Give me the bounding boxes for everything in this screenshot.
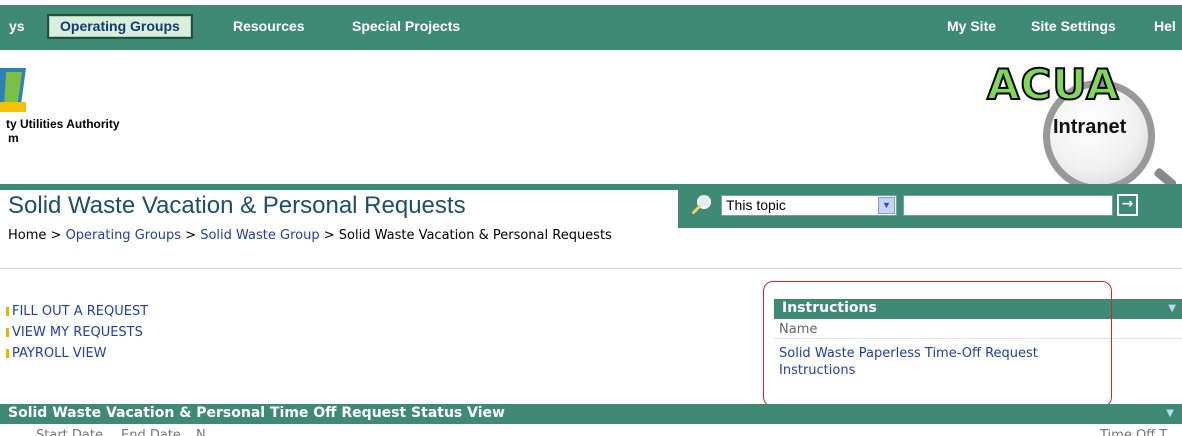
search-scope-select[interactable]: This topic ▼: [721, 195, 897, 216]
organization-subtitle: m: [8, 131, 19, 145]
nav-item-site-settings[interactable]: Site Settings: [1031, 18, 1116, 34]
instructions-title[interactable]: Instructions: [782, 300, 877, 316]
column-start-date[interactable]: Start Date: [36, 428, 103, 436]
search-panel: This topic ▼ →: [678, 184, 1182, 228]
webpart-menu-chevron-icon[interactable]: ▼: [1168, 303, 1176, 314]
breadcrumb: Home > Operating Groups > Solid Waste Gr…: [8, 228, 612, 243]
link-view-my-requests[interactable]: VIEW MY REQUESTS: [6, 325, 148, 346]
nav-item-my-site[interactable]: My Site: [947, 18, 996, 34]
status-view-title[interactable]: Solid Waste Vacation & Personal Time Off…: [8, 405, 505, 421]
organization-name: ty Utilities Authority: [6, 117, 120, 131]
column-time-off-type[interactable]: Time Off T: [1100, 428, 1167, 436]
breadcrumb-current-page: Solid Waste Vacation & Personal Requests: [338, 228, 612, 243]
instructions-document-link[interactable]: Solid Waste Paperless Time-Off Request I…: [774, 339, 1114, 379]
bullet-icon: [6, 307, 9, 316]
instructions-header: Instructions ▼: [774, 299, 1182, 319]
brand-name: ACUA: [986, 59, 1120, 110]
brand-subtitle: Intranet: [1053, 116, 1127, 138]
header-separator: [0, 268, 1182, 269]
search-icon[interactable]: [692, 194, 712, 214]
breadcrumb-solid-waste-group[interactable]: Solid Waste Group: [200, 228, 319, 243]
webpart-menu-chevron-icon[interactable]: ▼: [1166, 408, 1174, 419]
nav-item-help[interactable]: Hel: [1154, 18, 1176, 34]
page-title: Solid Waste Vacation & Personal Requests: [8, 192, 466, 219]
instructions-webpart: Instructions ▼ Name Solid Waste Paperles…: [774, 299, 1182, 379]
top-navigation-bar: ys Operating Groups Resources Special Pr…: [0, 5, 1182, 50]
instructions-column-name[interactable]: Name: [774, 319, 1182, 339]
breadcrumb-operating-groups[interactable]: Operating Groups: [66, 228, 181, 243]
chevron-down-icon[interactable]: ▼: [878, 197, 895, 214]
nav-item-special-projects[interactable]: Special Projects: [352, 18, 460, 34]
status-view-header: Solid Waste Vacation & Personal Time Off…: [0, 404, 1182, 424]
link-fill-out-request[interactable]: FILL OUT A REQUEST: [6, 304, 148, 325]
search-input[interactable]: [903, 195, 1113, 216]
link-payroll-view[interactable]: PAYROLL VIEW: [6, 346, 148, 367]
bullet-icon: [6, 328, 9, 337]
bullet-icon: [6, 349, 9, 358]
quick-links: FILL OUT A REQUEST VIEW MY REQUESTS PAYR…: [6, 304, 148, 367]
search-go-button[interactable]: →: [1117, 194, 1138, 216]
status-view-columns: Start Date End Date N Time Off T: [0, 428, 1182, 436]
nav-item-news[interactable]: ys: [9, 18, 25, 34]
nav-item-operating-groups[interactable]: Operating Groups: [47, 14, 193, 39]
column-name[interactable]: N: [196, 428, 206, 436]
organization-logo-icon: [0, 68, 26, 112]
column-end-date[interactable]: End Date: [121, 428, 181, 436]
breadcrumb-home[interactable]: Home: [8, 228, 46, 243]
intranet-brand-logo: ACUA Intranet: [985, 59, 1182, 192]
nav-item-resources[interactable]: Resources: [233, 18, 305, 34]
search-scope-value: This topic: [726, 197, 786, 213]
